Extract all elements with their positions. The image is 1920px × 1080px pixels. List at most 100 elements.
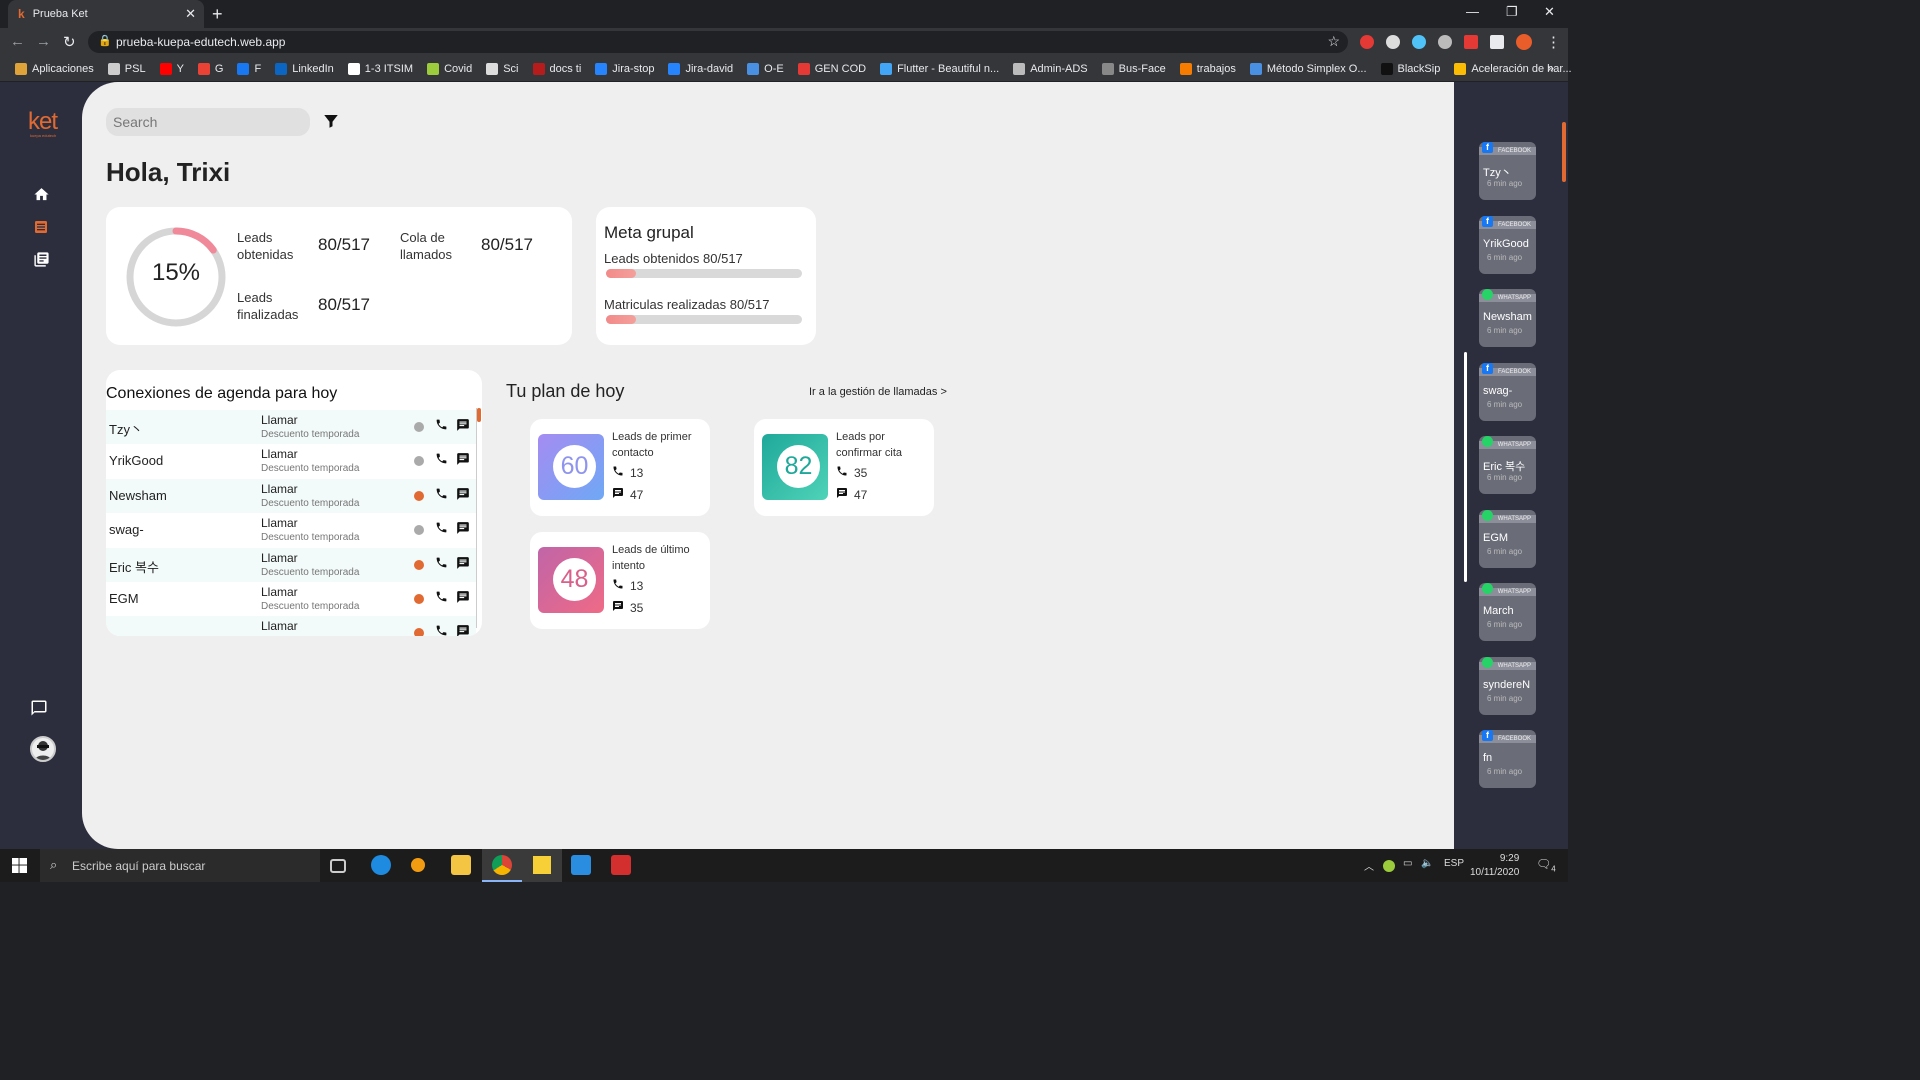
bookmark-item[interactable]: O-E	[742, 62, 789, 75]
extension-icon[interactable]	[1386, 35, 1400, 49]
agenda-row[interactable]: swag- Llamar Descuento temporada	[106, 513, 476, 547]
notification-card[interactable]: FACEBOOK f YrikGood 6 min ago	[1479, 215, 1536, 274]
bookmark-item[interactable]: G	[193, 62, 229, 75]
taskbar-search-input[interactable]: ⌕ Escribe aquí para buscar	[40, 849, 320, 882]
agenda-row[interactable]: Llamar	[106, 616, 476, 636]
chrome-taskbar-item[interactable]	[482, 849, 522, 882]
vscode-icon[interactable]	[571, 855, 591, 875]
reload-icon[interactable]: ↻	[63, 33, 76, 51]
menu-kebab-icon[interactable]: ⋮	[1546, 33, 1561, 51]
message-icon[interactable]	[456, 452, 470, 471]
bookmark-item[interactable]: LinkedIn	[270, 62, 339, 75]
list-icon[interactable]	[30, 216, 52, 238]
extension-icon[interactable]	[1464, 35, 1478, 49]
bookmark-item[interactable]: Jira-david	[663, 62, 738, 75]
windows-start-icon[interactable]	[12, 858, 27, 878]
library-books-icon[interactable]	[30, 248, 52, 270]
phone-icon[interactable]	[435, 590, 448, 608]
edge-icon[interactable]	[371, 855, 391, 875]
bookmark-item[interactable]: Admin-ADS	[1008, 62, 1092, 75]
search-input[interactable]	[106, 108, 310, 136]
phone-icon[interactable]	[435, 556, 448, 574]
volume-icon[interactable]: 🔈	[1421, 858, 1433, 869]
bookmark-star-icon[interactable]: ☆	[1327, 33, 1340, 50]
url-field[interactable]: 🔒 prueba-kuepa-edutech.web.app ☆	[88, 31, 1348, 53]
agenda-row[interactable]: YrikGood Llamar Descuento temporada	[106, 444, 476, 478]
home-icon[interactable]	[30, 183, 52, 205]
extension-icon[interactable]	[1438, 35, 1452, 49]
action-center-icon[interactable]: 🗨4	[1536, 857, 1556, 873]
bookmark-item[interactable]: Y	[155, 62, 189, 75]
notification-card[interactable]: WHATSAPP Eric 복수 6 min ago	[1479, 436, 1536, 494]
agenda-scrollbar[interactable]	[476, 408, 481, 628]
filter-icon[interactable]	[322, 112, 340, 135]
bookmark-item[interactable]: Método Simplex O...	[1245, 62, 1372, 75]
sticky-notes-taskbar-item[interactable]	[522, 849, 562, 882]
bookmark-item[interactable]: 1-3 ITSIM	[343, 62, 418, 75]
bookmark-item[interactable]: Covid	[422, 62, 477, 75]
notification-card[interactable]: FACEBOOK f fn 6 min ago	[1479, 730, 1536, 788]
bookmark-item[interactable]: Sci	[481, 62, 523, 75]
plan-tile[interactable]: 48 Leads de último intento 13 35	[530, 532, 710, 629]
bookmark-item[interactable]: trabajos	[1175, 62, 1241, 75]
bookmark-item[interactable]: Flutter - Beautiful n...	[875, 62, 1004, 75]
browser-tab[interactable]: k Prueba Ket ✕	[8, 0, 204, 28]
message-icon[interactable]	[456, 418, 470, 437]
tray-chevron-icon[interactable]: ︿	[1364, 858, 1374, 873]
phone-icon[interactable]	[435, 624, 448, 636]
new-tab-button[interactable]: +	[212, 4, 223, 25]
extension-icon[interactable]	[1412, 35, 1426, 49]
extension-icon[interactable]	[1360, 35, 1374, 49]
bookmark-item[interactable]: PSL	[103, 62, 151, 75]
user-avatar[interactable]	[30, 736, 56, 762]
sidebar-scroll-thumb[interactable]	[1562, 122, 1566, 182]
phone-icon[interactable]	[435, 452, 448, 470]
taskbar-clock[interactable]: 9:29 10/11/2020	[1470, 852, 1519, 880]
message-icon[interactable]	[456, 590, 470, 609]
bookmark-item[interactable]: BlackSip	[1376, 62, 1446, 75]
message-icon[interactable]	[456, 521, 470, 540]
bookmark-item[interactable]: docs ti	[528, 62, 587, 75]
profile-avatar-icon[interactable]	[1516, 34, 1532, 50]
bookmark-item[interactable]: Bus-Face	[1097, 62, 1171, 75]
acrobat-icon[interactable]	[611, 855, 631, 875]
phone-icon[interactable]	[435, 418, 448, 436]
notification-card[interactable]: FACEBOOK f swag- 6 min ago	[1479, 362, 1536, 421]
notification-card[interactable]: FACEBOOK f Tzy丶 6 min ago	[1479, 142, 1536, 200]
bookmark-item[interactable]: GEN COD	[793, 62, 871, 75]
minimize-icon[interactable]: —	[1466, 4, 1479, 19]
plan-tile[interactable]: 82 Leads por confirmar cita 35 47	[754, 419, 934, 516]
task-view-icon[interactable]	[330, 859, 346, 873]
window-close-icon[interactable]: ✕	[1544, 4, 1555, 20]
network-icon[interactable]: ▭	[1403, 858, 1412, 869]
search-app-icon[interactable]	[411, 858, 425, 872]
language-indicator[interactable]: ESP	[1444, 858, 1464, 869]
notification-card[interactable]: WHATSAPP EGM 6 min ago	[1479, 509, 1536, 568]
notification-card[interactable]: WHATSAPP Newsham 6 min ago	[1479, 289, 1536, 347]
gestion-llamadas-link[interactable]: Ir a la gestión de llamadas >	[809, 386, 947, 398]
plan-tile[interactable]: 60 Leads de primer contacto 13 47	[530, 419, 710, 516]
agenda-row[interactable]: EGM Llamar Descuento temporada	[106, 582, 476, 616]
bookmark-item[interactable]: F	[232, 62, 266, 75]
puzzle-icon[interactable]	[1490, 35, 1504, 49]
file-explorer-icon[interactable]	[451, 855, 471, 875]
notification-card[interactable]: WHATSAPP syndereN 6 min ago	[1479, 656, 1536, 715]
tab-close-icon[interactable]: ✕	[185, 6, 196, 22]
restore-icon[interactable]: ❐	[1506, 4, 1518, 20]
bookmark-item[interactable]: Aceleración de har...	[1449, 62, 1576, 75]
message-icon[interactable]	[456, 556, 470, 575]
agenda-row[interactable]: Newsham Llamar Descuento temporada	[106, 478, 476, 514]
back-icon[interactable]: ←	[10, 33, 25, 50]
agenda-scroll-thumb[interactable]	[477, 408, 481, 422]
bookmarks-overflow-icon[interactable]: »	[1547, 61, 1554, 75]
phone-icon[interactable]	[435, 521, 448, 539]
tray-app-icon[interactable]	[1383, 860, 1395, 872]
forward-icon[interactable]: →	[36, 33, 51, 50]
chat-icon[interactable]	[28, 697, 50, 719]
bookmark-item[interactable]: Jira-stop	[590, 62, 659, 75]
message-icon[interactable]	[456, 624, 470, 636]
notification-card[interactable]: WHATSAPP March 6 min ago	[1479, 583, 1536, 641]
agenda-row[interactable]: Tzy丶 Llamar Descuento temporada	[106, 410, 476, 445]
phone-icon[interactable]	[435, 487, 448, 505]
bookmark-item[interactable]: Aplicaciones	[10, 62, 99, 75]
